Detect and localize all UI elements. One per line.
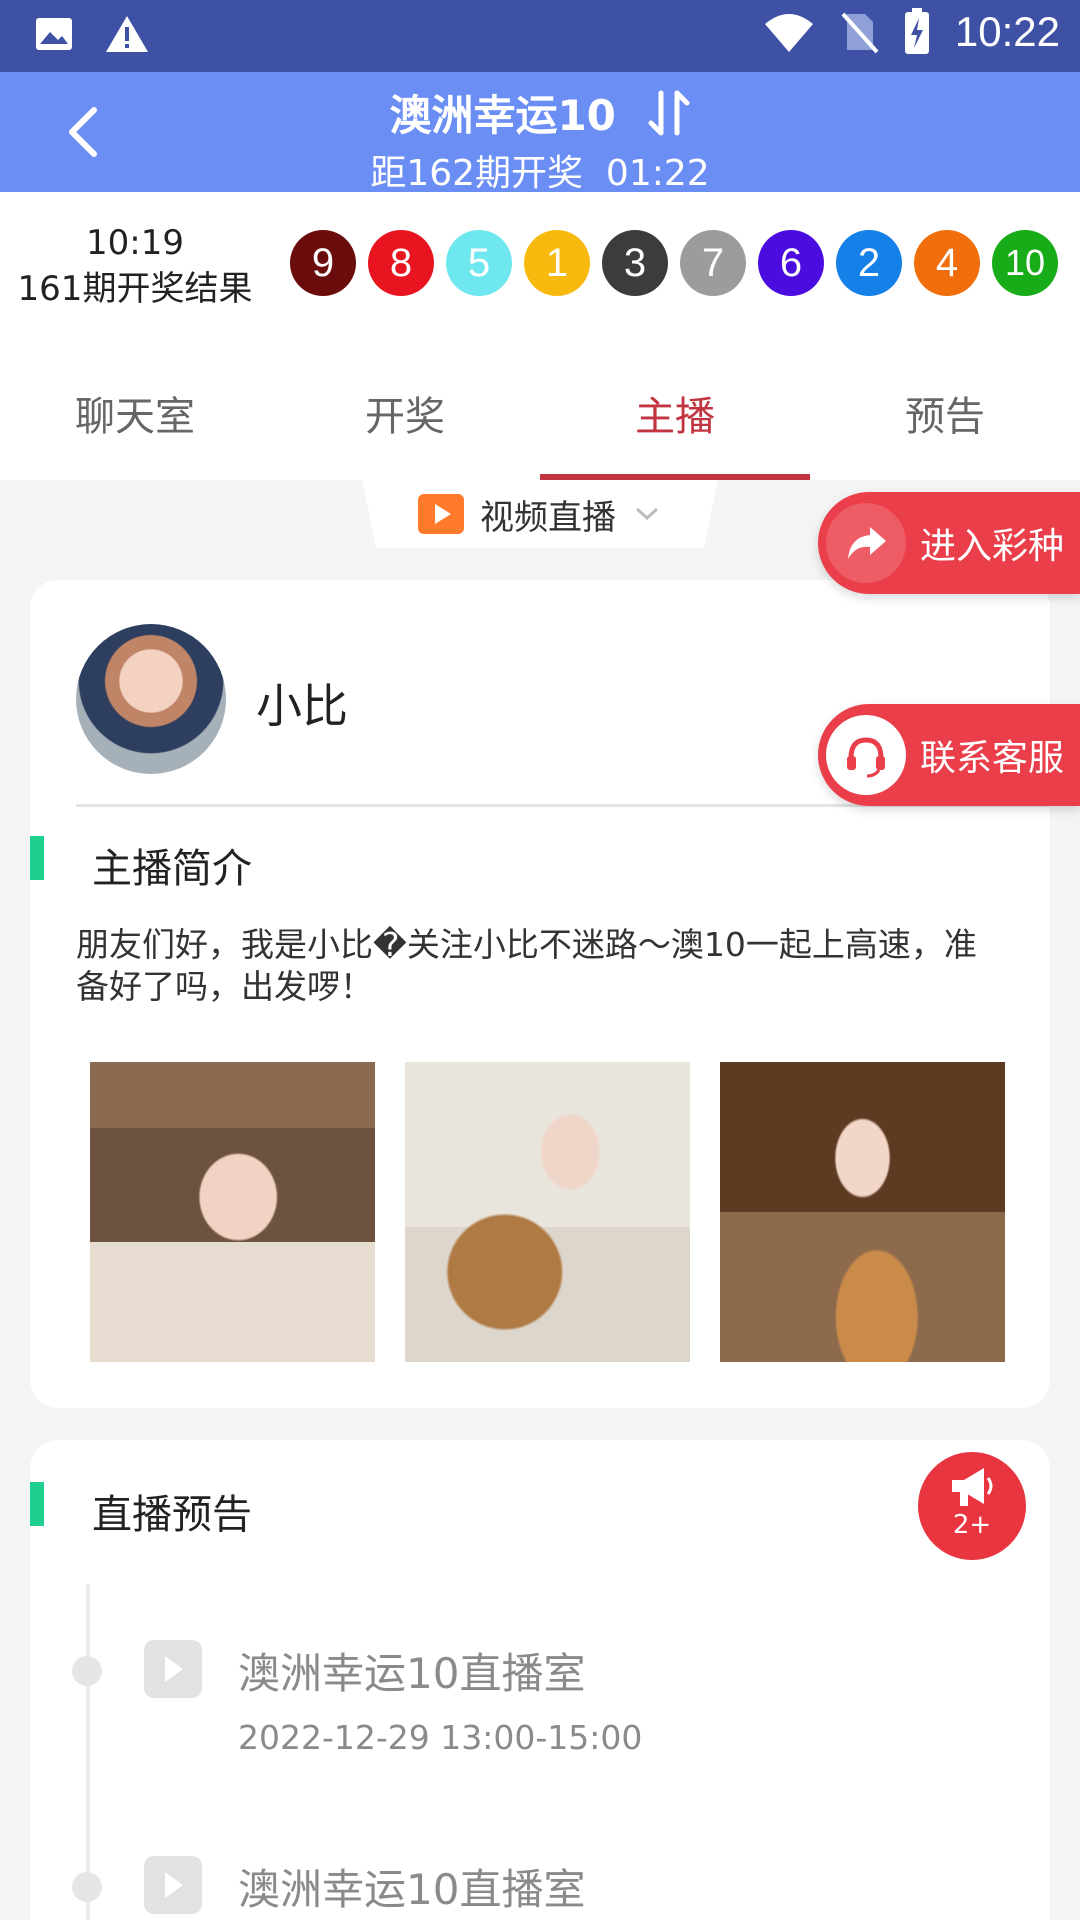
- result-label: 161期开奖结果: [17, 269, 253, 309]
- clock: 10:22: [954, 8, 1060, 55]
- chevron-down-icon: [635, 507, 659, 521]
- tab-chatroom[interactable]: 聊天室: [0, 332, 270, 480]
- anchor-photos: [90, 1062, 1005, 1362]
- schedule-item-name: 澳洲幸运10直播室: [238, 1865, 586, 1914]
- draw-countdown: 距162期开奖 01:22: [0, 144, 1080, 196]
- tab-draw[interactable]: 开奖: [270, 332, 540, 480]
- badge-count: 2+: [952, 1510, 992, 1540]
- contact-service-button[interactable]: 联系客服: [818, 704, 1080, 806]
- timeline-line: [86, 1584, 90, 1920]
- schedule-item-name: 澳洲幸运10直播室: [238, 1649, 586, 1698]
- tab-preview[interactable]: 预告: [810, 332, 1080, 480]
- tab-bar: 聊天室 开奖 主播 预告: [0, 332, 1080, 480]
- result-ball: 9: [290, 230, 356, 296]
- tab-anchor[interactable]: 主播: [540, 332, 810, 480]
- status-bar: 10:22: [0, 0, 1080, 72]
- contact-service-label: 联系客服: [920, 738, 1065, 779]
- schedule-card: 直播预告 2+ 澳洲幸运10直播室 2022-12-29 13:00-15:00…: [30, 1440, 1050, 1920]
- schedule-section-header: 直播预告: [30, 1482, 630, 1538]
- lottery-title[interactable]: 澳洲幸运10: [0, 82, 1080, 143]
- headset-icon: [826, 715, 906, 795]
- section-title: 主播简介: [92, 846, 252, 892]
- countdown-label: 距162期开奖: [370, 153, 584, 194]
- play-icon: [144, 1640, 202, 1698]
- switch-lottery-icon[interactable]: [647, 89, 691, 137]
- anchor-name: 小比: [256, 679, 348, 733]
- section-title: 直播预告: [92, 1492, 252, 1538]
- result-ball: 8: [368, 230, 434, 296]
- result-balls: 9 8 5 1 3 7 6 2 4 10: [290, 230, 1058, 296]
- section-accent-bar: [30, 1482, 44, 1526]
- last-draw-result[interactable]: 10:19 161期开奖结果 9 8 5 1 3 7 6 2 4 10: [0, 192, 1080, 332]
- result-ball: 2: [836, 230, 902, 296]
- enter-lottery-label: 进入彩种: [920, 526, 1065, 567]
- countdown-time: 01:22: [605, 153, 710, 194]
- timeline-dot: [72, 1656, 102, 1686]
- app-header: 澳洲幸运10 距162期开奖 01:22: [0, 72, 1080, 194]
- page-title: 澳洲幸运10: [389, 91, 616, 140]
- result-ball: 7: [680, 230, 746, 296]
- timeline-dot: [72, 1872, 102, 1902]
- megaphone-icon: [952, 1468, 993, 1506]
- result-ball: 6: [758, 230, 824, 296]
- announcement-badge[interactable]: 2+: [918, 1452, 1026, 1560]
- anchor-photo[interactable]: [90, 1062, 375, 1362]
- result-ball: 1: [524, 230, 590, 296]
- section-accent-bar: [30, 836, 44, 880]
- live-type-label: 视频直播: [480, 497, 616, 538]
- warning-icon: [106, 16, 148, 52]
- result-time: 10:19: [86, 223, 184, 263]
- image-icon: [36, 18, 72, 50]
- wifi-icon: [764, 14, 813, 52]
- avatar[interactable]: [76, 624, 226, 774]
- anchor-intro: 朋友们好，我是小比�关注小比不迷路～澳10一起上高速，准备好了吗，出发啰！: [76, 925, 977, 1006]
- share-arrow-icon: [826, 503, 906, 583]
- result-info: 10:19 161期开奖结果: [0, 220, 270, 312]
- anchor-photo[interactable]: [405, 1062, 690, 1362]
- result-ball: 3: [602, 230, 668, 296]
- result-ball: 5: [446, 230, 512, 296]
- battery-charging-icon: [904, 8, 929, 54]
- schedule-item-time: 2022-12-29 13:00-15:00: [238, 1718, 643, 1757]
- intro-section-header: 主播简介: [30, 836, 630, 892]
- live-type-selector[interactable]: 视频直播: [362, 480, 718, 548]
- result-ball: 4: [914, 230, 980, 296]
- video-play-icon: [418, 494, 464, 534]
- no-sim-icon: [841, 12, 879, 54]
- result-ball: 10: [992, 230, 1058, 296]
- enter-lottery-button[interactable]: 进入彩种: [818, 492, 1080, 594]
- anchor-photo[interactable]: [720, 1062, 1005, 1362]
- play-icon: [144, 1856, 202, 1914]
